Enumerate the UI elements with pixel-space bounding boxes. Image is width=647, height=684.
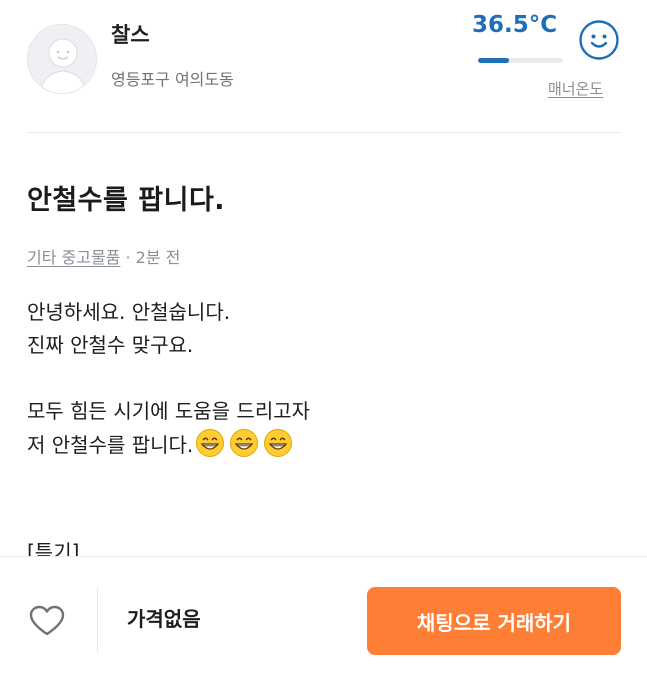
bottom-action-bar: 가격없음 채팅으로 거래하기 [0,556,647,684]
profile-divider [27,132,621,133]
manner-temperature-bar [478,58,563,63]
price-label: 가격없음 [127,607,201,631]
post-title: 안철수를 팝니다. [27,185,226,216]
post-meta: 기타 중고물품 · 2분 전 [27,244,180,268]
bottom-bar-divider [97,587,98,653]
manner-temperature: 36.5°C [472,12,558,38]
grinning-face-icon [264,429,293,457]
manner-temperature-bar-fill [478,58,510,63]
seller-location: 영등포구 여의도동 [111,70,234,89]
post-category-link[interactable]: 기타 중고물품 [27,248,120,267]
post-body-line-with-emoji: 저 안철수를 팝니다. [27,428,617,461]
heart-icon[interactable] [29,605,65,637]
post-body-line: [특기] [27,540,80,556]
manner-temperature-label[interactable]: 매너온도 [548,78,603,99]
post-body-line: 안녕하세요. 안철숩니다. [27,300,231,324]
post-body-blank-line [27,362,617,395]
post-time: · 2분 전 [120,248,181,267]
post-body-line: 모두 힘든 시기에 도움을 드리고자 [27,399,311,423]
seller-name[interactable]: 찰스 [111,19,150,49]
grinning-face-icon [196,429,225,457]
chat-trade-button[interactable]: 채팅으로 거래하기 [367,587,621,655]
seller-profile: 찰스 영등포구 여의도동 36.5°C 매너온도 [0,0,647,133]
post-body-line: 진짜 안철수 맞구요. [27,333,194,357]
grinning-face-icon [230,429,259,457]
post-body-line: 저 안철수를 팝니다. [27,433,194,457]
default-avatar-icon[interactable] [27,24,97,94]
smile-face-icon [579,20,619,60]
post-body: 안녕하세요. 안철숩니다. 진짜 안철수 맞구요. 모두 힘든 시기에 도움을 … [27,296,617,461]
